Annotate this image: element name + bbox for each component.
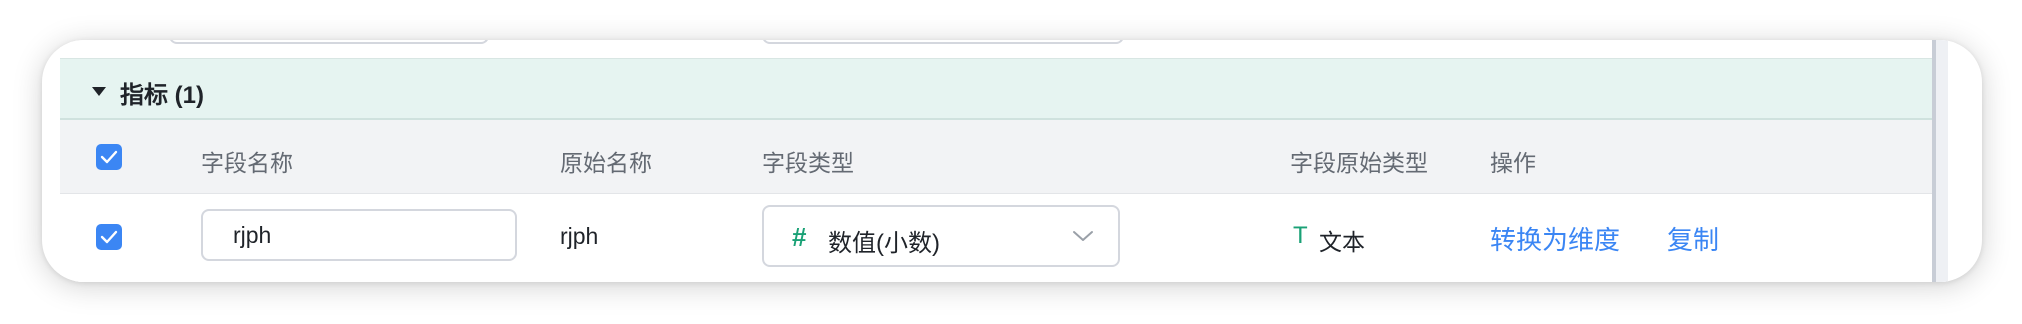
copy-link[interactable]: 复制 xyxy=(1667,220,1719,257)
text-type-icon: T xyxy=(1293,222,1308,249)
row-checkbox[interactable] xyxy=(96,224,122,250)
scrollbar[interactable] xyxy=(1932,40,1948,282)
column-header-original-name: 原始名称 xyxy=(560,150,652,176)
column-header-field-name: 字段名称 xyxy=(201,150,293,176)
dialog-card: 指标 (1) 字段名称 原始名称 字段类型 字段原始类型 操作 rjph rjp… xyxy=(42,40,1982,282)
check-icon xyxy=(100,230,118,244)
page: 指标 (1) 字段名称 原始名称 字段类型 字段原始类型 操作 rjph rjp… xyxy=(0,0,2022,324)
caret-down-icon[interactable] xyxy=(92,87,106,96)
original-type-cell: 文本 xyxy=(1319,229,1365,255)
table-row: rjph rjph # 数值(小数) T 文本 转换为维度 复制 xyxy=(60,194,1948,282)
field-type-select[interactable]: # 数值(小数) xyxy=(762,205,1120,267)
column-header-actions: 操作 xyxy=(1490,150,1536,176)
select-all-checkbox[interactable] xyxy=(96,144,122,170)
metrics-section-header[interactable]: 指标 (1) xyxy=(60,58,1948,120)
section-title: 指标 (1) xyxy=(120,82,204,109)
previous-row-select[interactable] xyxy=(762,40,1124,44)
original-name-cell: rjph xyxy=(560,223,599,249)
chevron-down-icon xyxy=(1073,231,1093,241)
hash-icon: # xyxy=(792,222,807,252)
field-type-value: 数值(小数) xyxy=(828,230,940,257)
previous-row-input[interactable] xyxy=(169,40,489,44)
table-header: 字段名称 原始名称 字段类型 字段原始类型 操作 xyxy=(60,120,1948,194)
convert-to-dimension-link[interactable]: 转换为维度 xyxy=(1490,220,1620,257)
field-name-input[interactable]: rjph xyxy=(201,209,517,261)
column-header-field-type: 字段类型 xyxy=(762,150,854,176)
check-icon xyxy=(100,150,118,164)
fields-panel: 指标 (1) 字段名称 原始名称 字段类型 字段原始类型 操作 rjph rjp… xyxy=(60,40,1948,282)
column-header-original-type: 字段原始类型 xyxy=(1290,150,1428,176)
